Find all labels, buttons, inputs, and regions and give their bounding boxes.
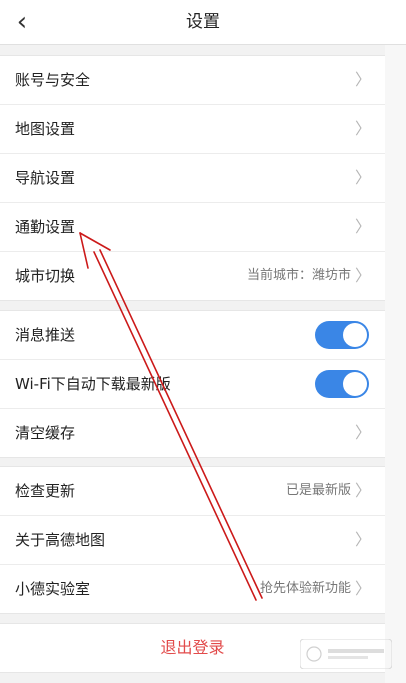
arrow-line-outer xyxy=(99,249,263,599)
annotation-arrow xyxy=(79,232,263,601)
watermark-icon xyxy=(300,639,392,669)
arrow-head-left xyxy=(79,232,89,269)
arrow-line-inner xyxy=(93,251,257,601)
arrow-head-right xyxy=(79,232,111,251)
